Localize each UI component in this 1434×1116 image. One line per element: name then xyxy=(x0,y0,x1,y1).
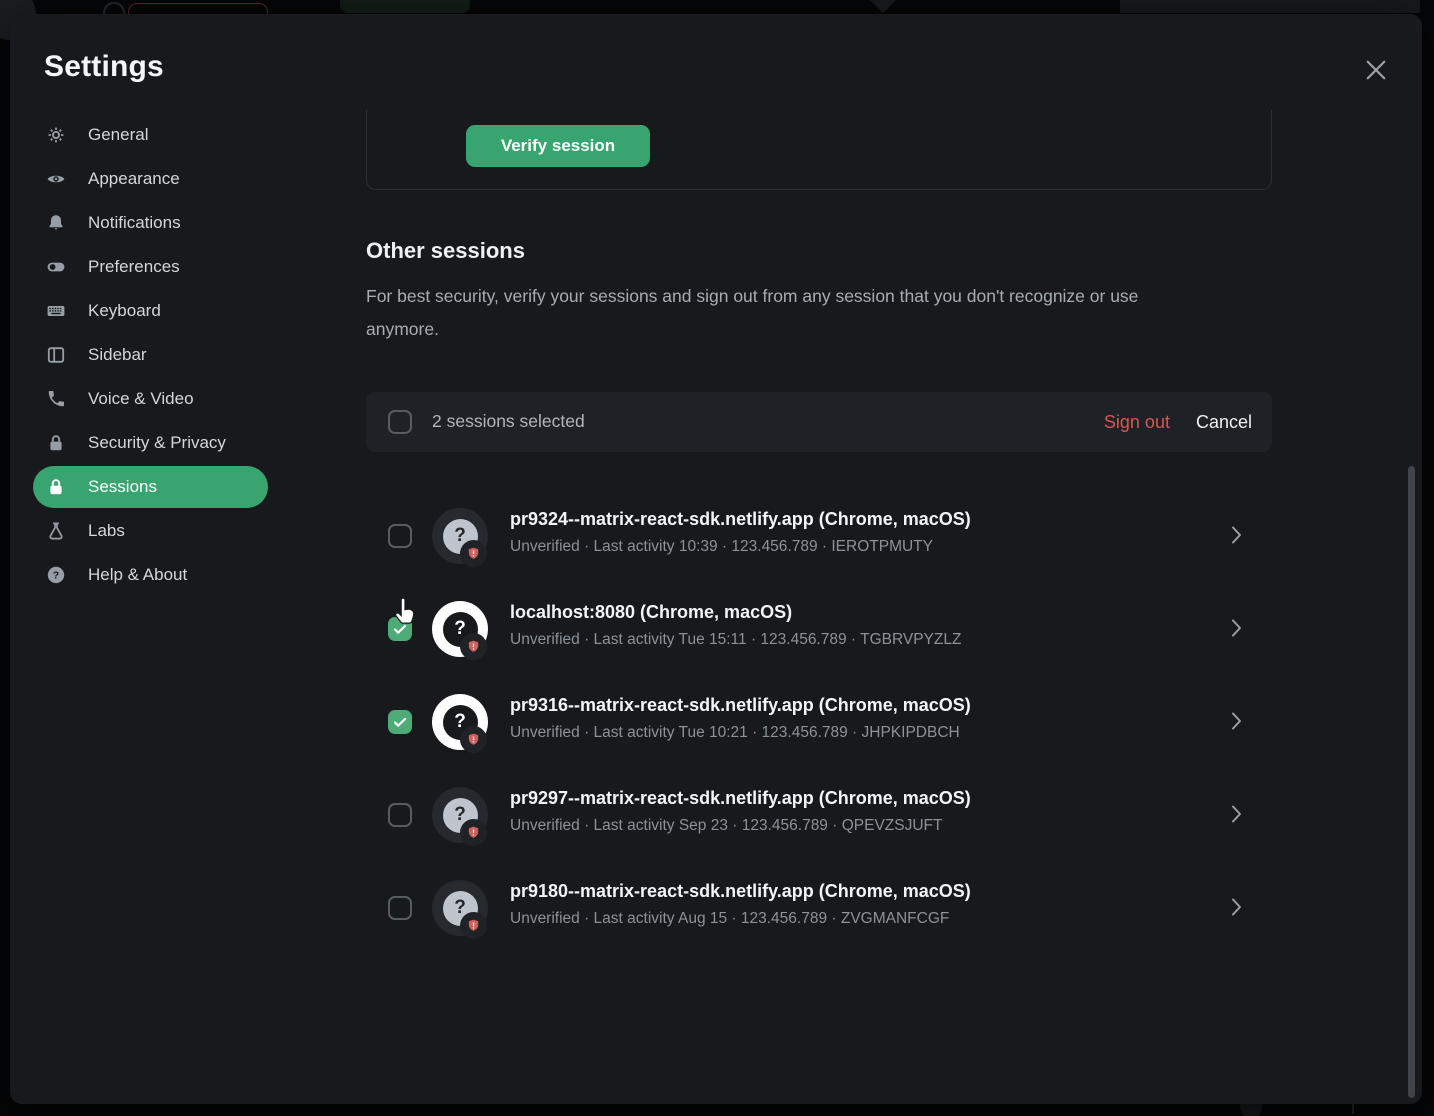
sidebar-item-label: Sessions xyxy=(88,477,157,497)
sidebar-item-label: Security & Privacy xyxy=(88,433,226,453)
chevron-right-icon[interactable] xyxy=(1231,898,1242,921)
unverified-shield-icon xyxy=(460,633,487,660)
verify-session-button[interactable]: Verify session xyxy=(466,125,650,167)
session-checkbox[interactable] xyxy=(388,710,412,734)
session-row[interactable]: ? pr9316--matrix-react-sdk.netlify.app (… xyxy=(366,686,1272,758)
dialog-title: Settings xyxy=(44,50,164,84)
bell-icon xyxy=(46,213,66,233)
chevron-right-icon[interactable] xyxy=(1231,619,1242,642)
lock-icon xyxy=(46,477,66,497)
settings-dialog: Settings General Appearance xyxy=(10,14,1422,1104)
chevron-right-icon[interactable] xyxy=(1231,526,1242,549)
sidebar-item-security-privacy[interactable]: Security & Privacy xyxy=(10,421,310,465)
session-details: Unverified · Last activity 10:39 · 123.4… xyxy=(510,538,933,556)
chevron-right-icon[interactable] xyxy=(1231,712,1242,735)
session-name: pr9316--matrix-react-sdk.netlify.app (Ch… xyxy=(510,695,971,716)
sidebar-item-labs[interactable]: Labs xyxy=(10,509,310,553)
sidebar-item-keyboard[interactable]: Keyboard xyxy=(10,289,310,333)
session-details: Unverified · Last activity Aug 15 · 123.… xyxy=(510,910,949,928)
panel-icon xyxy=(46,345,66,365)
session-details: Unverified · Last activity Tue 15:11 · 1… xyxy=(510,631,961,649)
sidebar-item-sidebar[interactable]: Sidebar xyxy=(10,333,310,377)
session-checkbox[interactable] xyxy=(388,524,412,548)
sidebar-item-label: Help & About xyxy=(88,565,187,585)
session-name: pr9180--matrix-react-sdk.netlify.app (Ch… xyxy=(510,881,971,902)
session-details: Unverified · Last activity Sep 23 · 123.… xyxy=(510,817,942,835)
app-screen: Rooms Settings General Appearance xyxy=(0,0,1434,1116)
session-name: pr9324--matrix-react-sdk.netlify.app (Ch… xyxy=(510,509,971,530)
other-sessions-heading: Other sessions xyxy=(366,238,525,264)
unverified-shield-icon xyxy=(460,819,487,846)
unverified-shield-icon xyxy=(460,726,487,753)
settings-sidebar: General Appearance Notifications Prefere… xyxy=(10,113,310,597)
sidebar-item-label: Preferences xyxy=(88,257,180,277)
sidebar-item-label: General xyxy=(88,125,148,145)
session-checkbox[interactable] xyxy=(388,617,412,641)
background-blob xyxy=(340,0,470,13)
svg-text:?: ? xyxy=(53,570,59,582)
close-icon[interactable] xyxy=(1356,50,1396,90)
session-row[interactable]: ? pr9180--matrix-react-sdk.netlify.app (… xyxy=(366,872,1272,944)
sessions-content: Verify session Other sessions For best s… xyxy=(366,110,1272,1104)
session-checkbox[interactable] xyxy=(388,896,412,920)
eye-icon xyxy=(46,169,66,189)
session-row[interactable]: ? pr9324--matrix-react-sdk.netlify.app (… xyxy=(366,500,1272,572)
sidebar-item-label: Sidebar xyxy=(88,345,147,365)
gear-icon xyxy=(46,125,66,145)
selection-count-label: 2 sessions selected xyxy=(432,411,585,432)
session-row[interactable]: ? pr9297--matrix-react-sdk.netlify.app (… xyxy=(366,779,1272,851)
toggle-icon xyxy=(46,257,66,277)
keyboard-icon xyxy=(46,301,66,321)
selection-bar: 2 sessions selected Sign out Cancel xyxy=(366,392,1272,452)
select-all-checkbox[interactable] xyxy=(388,410,412,434)
session-name: localhost:8080 (Chrome, macOS) xyxy=(510,602,792,623)
session-checkbox[interactable] xyxy=(388,803,412,827)
sidebar-item-voice-video[interactable]: Voice & Video xyxy=(10,377,310,421)
sidebar-item-label: Labs xyxy=(88,521,125,541)
unverified-shield-icon xyxy=(460,912,487,939)
sidebar-item-label: Notifications xyxy=(88,213,181,233)
chevron-right-icon[interactable] xyxy=(1231,805,1242,828)
sidebar-item-label: Voice & Video xyxy=(88,389,194,409)
phone-icon xyxy=(46,389,66,409)
session-list: ? pr9324--matrix-react-sdk.netlify.app (… xyxy=(366,500,1272,965)
background-rect xyxy=(1120,0,1420,13)
lock-icon xyxy=(46,433,66,453)
sidebar-item-appearance[interactable]: Appearance xyxy=(10,157,310,201)
help-icon: ? xyxy=(46,565,66,585)
selection-actions: Sign out Cancel xyxy=(1104,392,1252,452)
other-sessions-description: For best security, verify your sessions … xyxy=(366,280,1196,346)
sidebar-item-sessions[interactable]: Sessions xyxy=(10,465,310,509)
sidebar-item-general[interactable]: General xyxy=(10,113,310,157)
sidebar-item-preferences[interactable]: Preferences xyxy=(10,245,310,289)
sign-out-button[interactable]: Sign out xyxy=(1104,412,1170,433)
flask-icon xyxy=(46,521,66,541)
unverified-shield-icon xyxy=(460,540,487,567)
session-details: Unverified · Last activity Tue 10:21 · 1… xyxy=(510,724,960,742)
session-name: pr9297--matrix-react-sdk.netlify.app (Ch… xyxy=(510,788,971,809)
scrollbar[interactable] xyxy=(1408,466,1415,1098)
cancel-button[interactable]: Cancel xyxy=(1196,412,1252,433)
sidebar-item-notifications[interactable]: Notifications xyxy=(10,201,310,245)
sidebar-item-label: Keyboard xyxy=(88,301,161,321)
sidebar-item-help-about[interactable]: ? Help & About xyxy=(10,553,310,597)
session-row[interactable]: ? localhost:8080 (Chrome, macOS) Unverif… xyxy=(366,593,1272,665)
background-shape xyxy=(870,0,896,13)
sidebar-item-label: Appearance xyxy=(88,169,180,189)
